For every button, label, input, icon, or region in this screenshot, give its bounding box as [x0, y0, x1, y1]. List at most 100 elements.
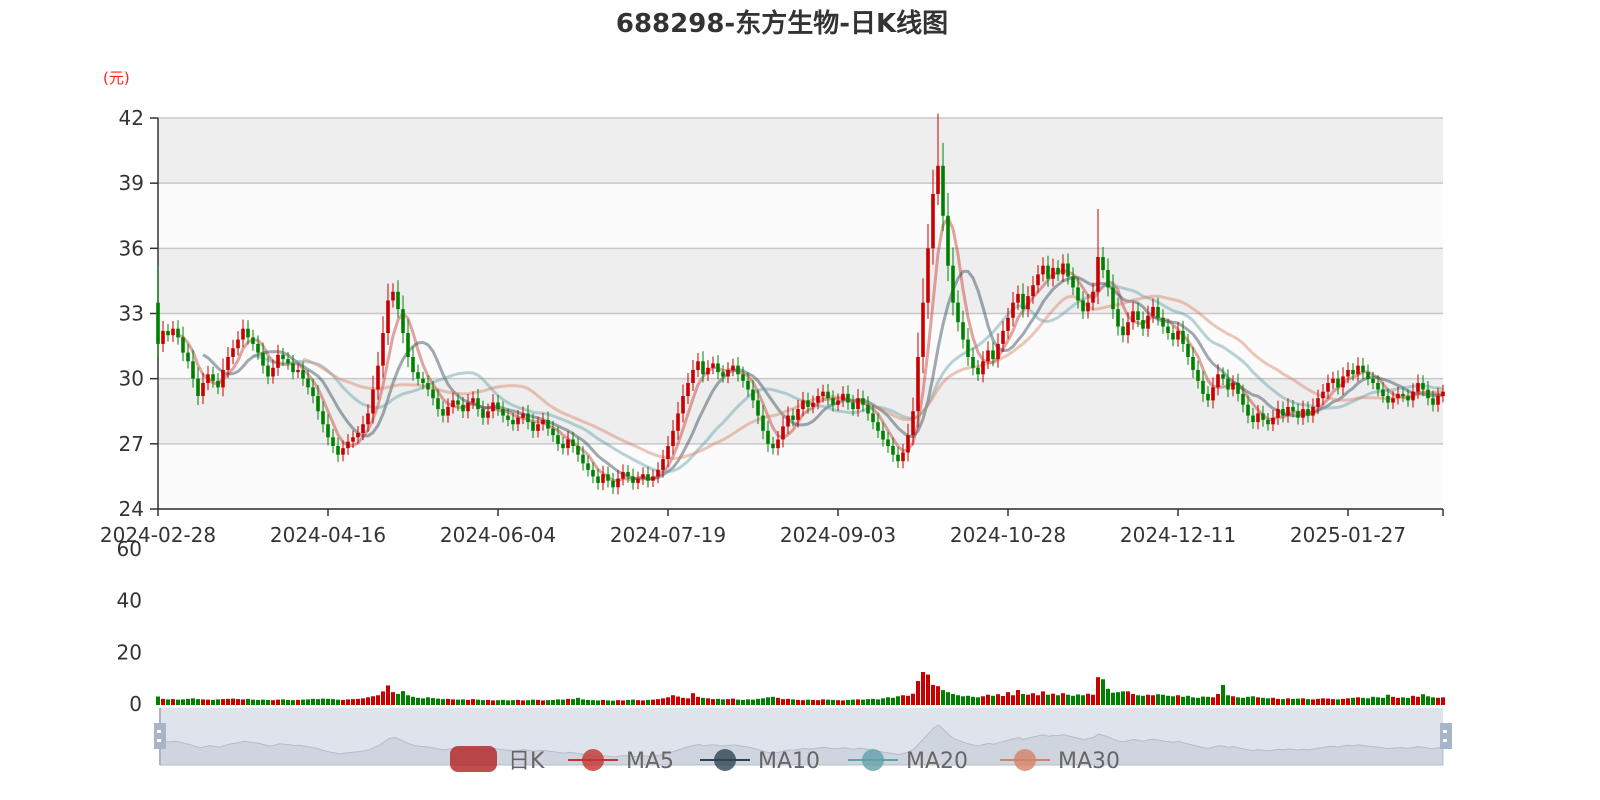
legend-item-ma10[interactable]: MA10	[700, 749, 820, 774]
candle-body	[441, 409, 445, 416]
volume-bar	[1406, 697, 1410, 705]
volume-bar	[796, 699, 800, 705]
volume-bar	[526, 700, 530, 705]
volume-bar	[1366, 698, 1370, 705]
candle-body	[166, 330, 170, 336]
volume-bar	[1396, 697, 1400, 705]
slider-left-handle[interactable]	[154, 723, 166, 749]
volume-bar	[736, 699, 740, 705]
grid-band	[158, 118, 1443, 184]
volume-bar	[481, 700, 485, 705]
candle-body	[206, 374, 210, 384]
candle-body	[781, 426, 785, 440]
volume-bar	[496, 700, 500, 705]
candle-body	[761, 415, 765, 431]
volume-bar	[556, 699, 560, 705]
candle-body	[376, 365, 380, 390]
slider-right-handle[interactable]	[1440, 723, 1452, 749]
candle-body	[1236, 383, 1240, 394]
candle-body	[616, 478, 620, 488]
candle-body	[1361, 365, 1365, 373]
volume-bar	[1151, 695, 1155, 705]
candle-body	[516, 417, 520, 425]
candle-body	[1316, 398, 1320, 407]
volume-bar	[581, 699, 585, 705]
volume-bar	[726, 699, 730, 705]
volume-bar	[696, 696, 700, 705]
volume-bar	[1346, 698, 1350, 705]
volume-bar	[1246, 696, 1250, 705]
candle-body	[366, 413, 370, 425]
candle-body	[1291, 406, 1295, 412]
volume-tick-label: 40	[117, 589, 142, 613]
handle-dot	[1443, 739, 1447, 742]
volume-bar	[546, 700, 550, 705]
candle-body	[1126, 322, 1130, 336]
volume-bar	[1236, 697, 1240, 705]
candle-body	[1031, 285, 1035, 297]
volume-bar	[901, 695, 905, 705]
volume-bar	[861, 699, 865, 705]
candle-body	[751, 389, 755, 401]
volume-bar	[241, 699, 245, 705]
x-tick-label: 2024-10-28	[950, 523, 1066, 547]
volume-bar	[1426, 696, 1430, 705]
volume-bar	[1316, 698, 1320, 705]
x-tick-label: 2024-07-19	[610, 523, 726, 547]
candle-body	[266, 365, 270, 377]
volume-bar	[1231, 696, 1235, 705]
volume-bar	[676, 696, 680, 705]
volume-bar	[1091, 694, 1095, 705]
candle-body	[1011, 302, 1015, 318]
candle-body	[1301, 409, 1305, 418]
candle-body	[1226, 378, 1230, 390]
volume-bar	[891, 697, 895, 705]
volume-bar	[421, 698, 425, 705]
candle-body	[836, 400, 840, 405]
candle-body	[926, 248, 930, 303]
volume-bar	[716, 698, 720, 705]
legend-label: MA10	[758, 749, 820, 774]
x-tick-label: 2024-09-03	[780, 523, 896, 547]
legend-candle-icon	[450, 746, 497, 772]
legend-dot-icon	[1014, 749, 1036, 771]
volume-bar	[936, 686, 940, 705]
candle-body	[471, 398, 475, 403]
volume-bar	[371, 696, 375, 705]
candle-body	[431, 389, 435, 399]
legend-item-ma30[interactable]: MA30	[1000, 749, 1120, 774]
volume-bar	[1431, 697, 1435, 705]
candle-body	[766, 430, 770, 444]
candle-body	[1436, 396, 1440, 405]
volume-bar	[1436, 697, 1440, 705]
candle-body	[1086, 302, 1090, 312]
candle-body	[226, 356, 230, 370]
volume-bar	[456, 699, 460, 705]
candle-body	[681, 396, 685, 414]
volume-bar	[881, 698, 885, 705]
volume-bar	[446, 698, 450, 705]
candle-body	[386, 300, 390, 334]
volume-bar	[1386, 694, 1390, 705]
volume-bar	[311, 698, 315, 705]
candle-body	[666, 446, 670, 460]
volume-bar	[1261, 697, 1265, 705]
legend-label: 日K	[508, 749, 545, 774]
volume-bar	[641, 700, 645, 705]
volume-bar	[686, 698, 690, 705]
candle-body	[456, 400, 460, 405]
candle-body	[371, 389, 375, 414]
candle-body	[361, 424, 365, 433]
legend-dot-icon	[582, 749, 604, 771]
legend-item-ma20[interactable]: MA20	[848, 749, 968, 774]
candle-body	[1136, 311, 1140, 321]
candle-body	[221, 369, 225, 388]
candle-body	[826, 391, 830, 399]
handle-dot	[157, 739, 161, 742]
volume-bar	[351, 699, 355, 705]
volume-bar	[266, 699, 270, 705]
volume-tick-label: 20	[117, 640, 142, 664]
candle-body	[1346, 369, 1350, 377]
candle-body	[331, 437, 335, 447]
candle-body	[986, 350, 990, 362]
